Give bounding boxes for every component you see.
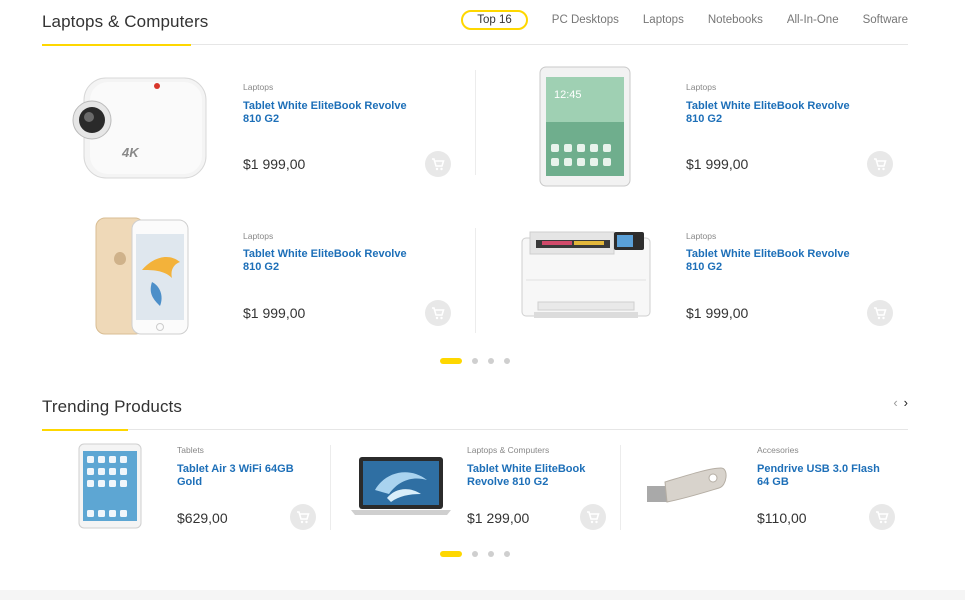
add-to-cart-button[interactable] [580, 504, 606, 530]
column-divider [620, 445, 621, 530]
product-price: $110,00 [757, 510, 807, 526]
product-image-tablet[interactable]: 12:45 [486, 60, 676, 190]
chevron-right-icon[interactable]: › [904, 395, 908, 410]
product-image-laptop[interactable] [345, 440, 455, 535]
product-name-link[interactable]: Tablet White EliteBook Revolve 810 G2 [686, 248, 866, 273]
cart-icon [432, 158, 445, 171]
svg-text:4K: 4K [121, 145, 140, 160]
product-name-link[interactable]: Tablet Air 3 WiFi 64GB Gold [177, 463, 302, 488]
product-price: $1 999,00 [686, 305, 749, 321]
chevron-left-icon[interactable]: ‹ [893, 395, 897, 410]
product-category: Laptops [243, 82, 274, 92]
product-category: Laptops [686, 231, 717, 241]
section-title-underline [42, 429, 128, 431]
section-header: Trending Products ‹ › [42, 385, 908, 431]
category-tabs: Top 16 PC Desktops Laptops Notebooks All… [461, 10, 908, 30]
add-to-cart-button[interactable] [867, 300, 893, 326]
tab-all-in-one[interactable]: All-In-One [787, 14, 839, 26]
add-to-cart-button[interactable] [425, 300, 451, 326]
add-to-cart-button[interactable] [867, 151, 893, 177]
pagination-dot[interactable] [472, 551, 478, 557]
product-category: Accesories [757, 445, 799, 455]
product-card[interactable]: 12:45 Laptops Tablet White EliteBook Rev… [486, 60, 906, 200]
tab-top-16[interactable]: Top 16 [461, 10, 528, 30]
column-divider [475, 70, 476, 175]
product-price: $1 999,00 [243, 305, 306, 321]
column-divider [330, 445, 331, 530]
product-name-link[interactable]: Tablet White EliteBook Revolve 810 G2 [467, 463, 592, 488]
product-category: Tablets [177, 445, 204, 455]
trending-products-section: Trending Products ‹ › [42, 385, 908, 431]
column-divider [475, 228, 476, 333]
product-price: $1 999,00 [686, 156, 749, 172]
product-category: Laptops [686, 82, 717, 92]
product-image-action-camera[interactable]: 4K [42, 60, 232, 190]
carousel-pagination [440, 551, 510, 557]
product-image-ipad[interactable] [62, 440, 162, 535]
section-header: Laptops & Computers Top 16 PC Desktops L… [42, 0, 908, 46]
product-card[interactable]: Laptops & Computers Tablet White EliteBo… [345, 440, 615, 535]
section-title: Laptops & Computers [42, 12, 209, 31]
laptops-computers-section: Laptops & Computers Top 16 PC Desktops L… [42, 0, 908, 46]
cart-icon [587, 511, 600, 524]
cart-icon [297, 511, 310, 524]
add-to-cart-button[interactable] [290, 504, 316, 530]
cart-icon [874, 307, 887, 320]
product-category: Laptops & Computers [467, 445, 550, 455]
pagination-dot[interactable] [504, 551, 510, 557]
product-image-usb-drive[interactable] [635, 440, 745, 535]
cart-icon [874, 158, 887, 171]
pagination-dot-active[interactable] [440, 551, 462, 557]
product-name-link[interactable]: Tablet White EliteBook Revolve 810 G2 [243, 100, 423, 125]
add-to-cart-button[interactable] [425, 151, 451, 177]
pagination-dot[interactable] [472, 358, 478, 364]
pagination-dot-active[interactable] [440, 358, 462, 364]
footer-band [0, 590, 965, 600]
product-price: $629,00 [177, 510, 228, 526]
section-title-underline [42, 44, 191, 46]
pagination-dot[interactable] [488, 551, 494, 557]
tab-pc-desktops[interactable]: PC Desktops [552, 14, 619, 26]
add-to-cart-button[interactable] [869, 504, 895, 530]
product-card[interactable]: Laptops Tablet White EliteBook Revolve 8… [42, 210, 462, 350]
product-card[interactable]: Accesories Pendrive USB 3.0 Flash 64 GB … [635, 440, 905, 535]
product-name-link[interactable]: Tablet White EliteBook Revolve 810 G2 [243, 248, 423, 273]
tab-notebooks[interactable]: Notebooks [708, 14, 763, 26]
pagination-dot[interactable] [488, 358, 494, 364]
tab-laptops[interactable]: Laptops [643, 14, 684, 26]
carousel-arrows: ‹ › [893, 395, 908, 410]
tab-software[interactable]: Software [863, 14, 908, 26]
section-title: Trending Products [42, 397, 182, 416]
product-card[interactable]: Tablets Tablet Air 3 WiFi 64GB Gold $629… [62, 440, 322, 535]
product-card[interactable]: Laptops Tablet White EliteBook Revolve 8… [486, 210, 906, 350]
carousel-pagination [440, 358, 510, 364]
svg-text:12:45: 12:45 [554, 89, 582, 101]
product-price: $1 999,00 [243, 156, 306, 172]
cart-icon [876, 511, 889, 524]
product-card[interactable]: 4K Laptops Tablet White EliteBook Revolv… [42, 60, 462, 200]
product-image-printer[interactable] [486, 210, 676, 340]
product-image-smartphone[interactable] [42, 210, 232, 340]
cart-icon [432, 307, 445, 320]
product-category: Laptops [243, 231, 274, 241]
product-name-link[interactable]: Pendrive USB 3.0 Flash 64 GB [757, 463, 882, 488]
product-price: $1 299,00 [467, 510, 530, 526]
pagination-dot[interactable] [504, 358, 510, 364]
product-name-link[interactable]: Tablet White EliteBook Revolve 810 G2 [686, 100, 866, 125]
